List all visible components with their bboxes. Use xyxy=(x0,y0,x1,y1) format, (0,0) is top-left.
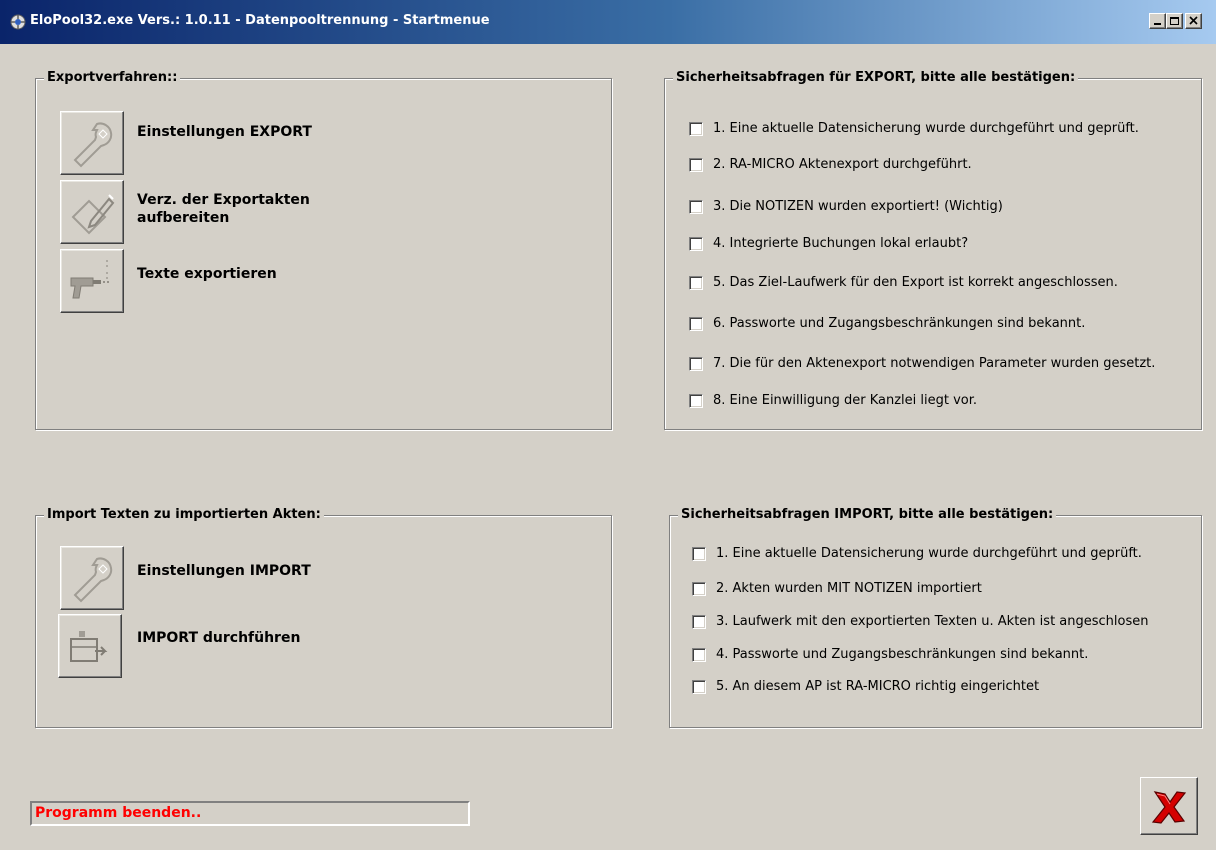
import-check-3[interactable]: 3. Laufwerk mit den exportierten Texten … xyxy=(692,614,1149,629)
export-checks-group: Sicherheitsabfragen für EXPORT, bitte al… xyxy=(664,70,1202,430)
export-settings-button[interactable] xyxy=(60,111,124,175)
import-group: Import Texten zu importierten Akten: Ein… xyxy=(35,507,612,728)
window-controls xyxy=(1149,13,1202,29)
import-check-3-label: 3. Laufwerk mit den exportierten Texten … xyxy=(716,614,1149,629)
import-check-2[interactable]: 2. Akten wurden MIT NOTIZEN importiert xyxy=(692,581,982,596)
prepare-export-folders-label-1: Verz. der Exportakten xyxy=(137,192,310,208)
export-check-2-label: 2. RA-MICRO Aktenexport durchgeführt. xyxy=(713,157,972,172)
import-settings-label: Einstellungen IMPORT xyxy=(137,563,311,579)
import-icon xyxy=(70,631,108,662)
export-check-1-label: 1. Eine aktuelle Datensicherung wurde du… xyxy=(713,121,1139,136)
import-check-2-label: 2. Akten wurden MIT NOTIZEN importiert xyxy=(716,581,982,596)
export-group-title: Exportverfahren:: xyxy=(44,70,181,85)
export-check-3-label: 3. Die NOTIZEN wurden exportiert! (Wicht… xyxy=(713,199,1003,214)
run-import-button[interactable] xyxy=(58,614,122,678)
checkbox[interactable] xyxy=(689,356,703,371)
import-checks-group: Sicherheitsabfragen IMPORT, bitte alle b… xyxy=(669,507,1202,728)
export-check-4-label: 4. Integrierte Buchungen lokal erlaubt? xyxy=(713,236,969,251)
checkbox[interactable] xyxy=(692,581,706,596)
checkbox[interactable] xyxy=(692,546,706,561)
import-check-4-label: 4. Passworte und Zugangsbeschränkungen s… xyxy=(716,647,1089,662)
close-icon xyxy=(1189,16,1198,25)
checkbox[interactable] xyxy=(689,236,703,251)
export-check-3[interactable]: 3. Die NOTIZEN wurden exportiert! (Wicht… xyxy=(689,199,1003,214)
close-button[interactable] xyxy=(1185,13,1202,29)
minimize-button[interactable] xyxy=(1149,13,1166,29)
export-check-8[interactable]: 8. Eine Einwilligung der Kanzlei liegt v… xyxy=(689,393,977,408)
status-field: Programm beenden.. xyxy=(30,801,470,826)
prepare-export-folders-label-2: aufbereiten xyxy=(137,210,230,226)
window-title: EloPool32.exe Vers.: 1.0.11 - Datenpoolt… xyxy=(30,13,490,28)
red-x-icon xyxy=(1151,791,1187,824)
run-import-label: IMPORT durchführen xyxy=(137,630,301,646)
checkbox[interactable] xyxy=(689,121,703,136)
export-check-5[interactable]: 5. Das Ziel-Laufwerk für den Export ist … xyxy=(689,275,1118,290)
export-group: Exportverfahren:: Einstellungen EXPORT V… xyxy=(35,70,612,430)
wrench-icon xyxy=(73,122,113,168)
checkbox[interactable] xyxy=(689,199,703,214)
checkbox[interactable] xyxy=(689,393,703,408)
checkbox[interactable] xyxy=(692,614,706,629)
maximize-icon xyxy=(1170,17,1179,25)
export-checks-title: Sicherheitsabfragen für EXPORT, bitte al… xyxy=(673,70,1079,85)
folder-pen-icon xyxy=(71,194,115,235)
wrench-icon xyxy=(73,557,113,603)
title-bar[interactable]: EloPool32.exe Vers.: 1.0.11 - Datenpoolt… xyxy=(0,0,1216,44)
app-icon[interactable] xyxy=(10,14,26,30)
import-group-title: Import Texten zu importierten Akten: xyxy=(44,507,324,522)
import-check-4[interactable]: 4. Passworte und Zugangsbeschränkungen s… xyxy=(692,647,1088,662)
import-check-1-label: 1. Eine aktuelle Datensicherung wurde du… xyxy=(716,546,1142,561)
import-check-5[interactable]: 5. An diesem AP ist RA-MICRO richtig ein… xyxy=(692,679,1039,694)
checkbox[interactable] xyxy=(689,275,703,290)
export-settings-label: Einstellungen EXPORT xyxy=(137,124,312,140)
export-check-8-label: 8. Eine Einwilligung der Kanzlei liegt v… xyxy=(713,393,978,408)
export-check-5-label: 5. Das Ziel-Laufwerk für den Export ist … xyxy=(713,275,1118,290)
checkbox[interactable] xyxy=(689,157,703,172)
export-texts-button[interactable] xyxy=(60,249,124,313)
checkbox[interactable] xyxy=(692,647,706,662)
import-settings-button[interactable] xyxy=(60,546,124,610)
export-check-6-label: 6. Passworte und Zugangsbeschränkungen s… xyxy=(713,316,1086,331)
export-texts-label: Texte exportieren xyxy=(137,266,277,282)
drill-icon xyxy=(70,260,111,299)
import-check-1[interactable]: 1. Eine aktuelle Datensicherung wurde du… xyxy=(692,546,1142,561)
export-check-1[interactable]: 1. Eine aktuelle Datensicherung wurde du… xyxy=(689,121,1139,136)
export-check-6[interactable]: 6. Passworte und Zugangsbeschränkungen s… xyxy=(689,316,1085,331)
maximize-button[interactable] xyxy=(1166,13,1183,29)
export-check-7-label: 7. Die für den Aktenexport notwendigen P… xyxy=(713,356,1156,371)
export-check-4[interactable]: 4. Integrierte Buchungen lokal erlaubt? xyxy=(689,236,968,251)
import-check-5-label: 5. An diesem AP ist RA-MICRO richtig ein… xyxy=(716,679,1040,694)
export-check-2[interactable]: 2. RA-MICRO Aktenexport durchgeführt. xyxy=(689,157,972,172)
checkbox[interactable] xyxy=(692,679,706,694)
exit-button[interactable] xyxy=(1140,777,1198,835)
import-checks-title: Sicherheitsabfragen IMPORT, bitte alle b… xyxy=(678,507,1057,522)
minimize-icon xyxy=(1154,23,1161,25)
prepare-export-folders-button[interactable] xyxy=(60,180,124,244)
checkbox[interactable] xyxy=(689,316,703,331)
export-check-7[interactable]: 7. Die für den Aktenexport notwendigen P… xyxy=(689,356,1155,371)
